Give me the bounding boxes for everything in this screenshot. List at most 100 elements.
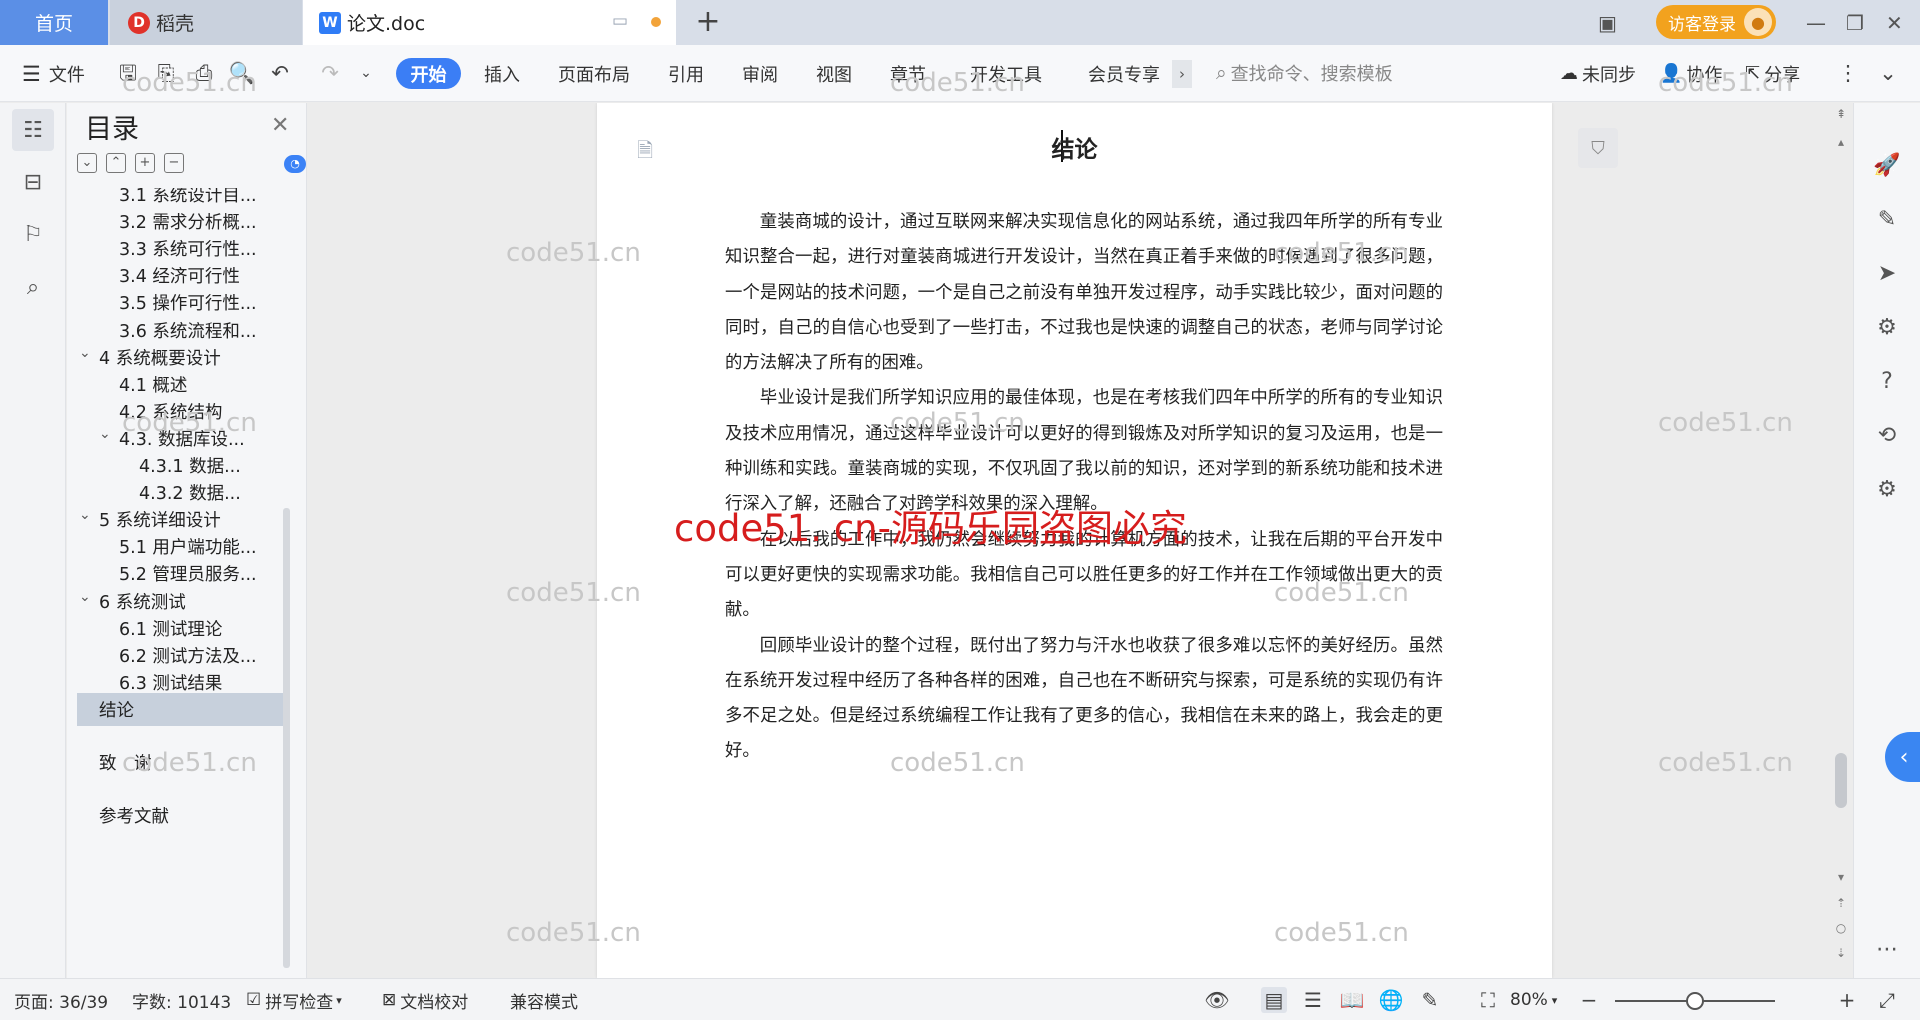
tab-start[interactable]: 开始 <box>396 58 461 89</box>
expand-all-icon[interactable]: ⌃ <box>106 153 126 173</box>
settings-icon[interactable]: ⚙ <box>1872 475 1902 505</box>
toc-item[interactable]: 参考文献 <box>77 799 283 832</box>
page-view-icon[interactable]: ▤ <box>1261 987 1287 1013</box>
file-menu[interactable]: ☰ 文件 <box>22 45 85 102</box>
write-mode-icon[interactable]: ✎ <box>1417 987 1443 1013</box>
chevron-down-icon[interactable]: ⌄ <box>79 507 91 523</box>
pointer-icon[interactable]: ➤ <box>1872 259 1902 289</box>
toc-close-icon[interactable]: ✕ <box>271 113 289 138</box>
doc-proofread-button[interactable]: ⊠ 文档校对 <box>382 979 468 1020</box>
search-icon: ⌕ <box>1216 62 1227 84</box>
bookmark-icon[interactable]: ⚐ <box>12 213 54 255</box>
more-tools-icon[interactable]: ⋯ <box>1872 935 1902 965</box>
fullscreen-icon[interactable]: ⤢ <box>1874 987 1900 1013</box>
collaborate-button[interactable]: 👤 协作 <box>1660 45 1722 102</box>
save-icon[interactable]: 🖫 <box>114 59 142 87</box>
toc-item-label: 4.3. 数据库设... <box>119 429 245 450</box>
new-tab-button[interactable]: + <box>692 4 724 39</box>
tab-bar: 首页 D 稻壳 W 论文.doc ▭ + ▣ 访客登录 ● — ❐ ✕ <box>0 0 1920 45</box>
find-icon[interactable]: ⌕ <box>12 266 54 308</box>
tab-member-label: 会员专享 <box>1088 64 1160 86</box>
spell-check-button[interactable]: ☑ 拼写检查 ▾ <box>246 979 342 1020</box>
toc-item-label: 5.1 用户端功能... <box>119 538 257 559</box>
toc-item[interactable]: 结论 <box>77 692 283 726</box>
share-button[interactable]: ⇱ 分享 <box>1745 45 1800 102</box>
tab-page-layout-label: 页面布局 <box>558 64 630 86</box>
sync-status-button[interactable]: ☁ 未同步 <box>1560 45 1636 102</box>
nav-pane-icon[interactable]: ⊟ <box>12 161 54 203</box>
menu-bar: ☰ 文件 🖫 ⎘ ⎙ 🔍 ↶ ↷ ⌄ 开始 插入 页面布局 引用 审阅 视图 章… <box>0 45 1920 102</box>
tab-view[interactable]: 视图 <box>816 45 852 102</box>
adjust-icon[interactable]: ⚙ <box>1872 313 1902 343</box>
select-browse-icon[interactable]: ○ <box>1834 921 1848 935</box>
zoom-slider-handle[interactable] <box>1686 992 1704 1010</box>
export-pdf-icon[interactable]: ⎘ <box>152 59 180 87</box>
pen-icon[interactable]: ✎ <box>1872 205 1902 235</box>
tab-developer[interactable]: 开发工具 <box>970 45 1042 102</box>
scroll-thumb[interactable] <box>1835 753 1847 808</box>
tab-page-layout[interactable]: 页面布局 <box>558 45 630 102</box>
reading-view-icon[interactable]: 📖 <box>1339 987 1365 1013</box>
toc-item[interactable]: 致 谢 <box>77 746 283 779</box>
print-preview-icon[interactable]: 🔍 <box>228 59 256 87</box>
window-layout-icon[interactable]: ▣ <box>1598 0 1617 45</box>
rocket-icon[interactable]: 🚀 <box>1872 151 1902 181</box>
toc-scrollbar[interactable] <box>283 508 290 968</box>
outline-view-icon[interactable]: ☰ <box>1300 987 1326 1013</box>
guest-login-button[interactable]: 访客登录 ● <box>1656 5 1776 39</box>
tab-chapter[interactable]: 章节 <box>890 45 926 102</box>
next-page-icon[interactable]: ⇣ <box>1834 946 1848 960</box>
chevron-down-icon[interactable]: ⌄ <box>79 345 91 361</box>
toc-panel-icon[interactable]: ☷ <box>12 109 54 151</box>
remove-heading-icon[interactable]: − <box>164 153 184 173</box>
redo-icon[interactable]: ↷ <box>316 59 344 87</box>
zoom-slider[interactable] <box>1615 992 1775 1010</box>
vertical-scrollbar[interactable]: ⇞ ▴ ▾ ⇡ ○ ⇣ <box>1830 103 1852 978</box>
translate-icon[interactable]: ⟲ <box>1872 421 1902 451</box>
word-count[interactable]: 字数: 10143 <box>132 979 231 1020</box>
scroll-top-icon[interactable]: ⇞ <box>1834 107 1848 121</box>
tab-daoke-label: 稻壳 <box>156 13 195 35</box>
tab-references[interactable]: 引用 <box>668 45 704 102</box>
zoom-out-icon[interactable]: − <box>1576 987 1602 1013</box>
scroll-down-icon[interactable]: ▾ <box>1834 870 1848 884</box>
zoom-in-icon[interactable]: + <box>1834 987 1860 1013</box>
toc-item-label: 结论 <box>99 700 134 721</box>
tab-insert[interactable]: 插入 <box>484 45 520 102</box>
help-icon[interactable]: ? <box>1872 367 1902 397</box>
page-indicator[interactable]: 页面: 36/39 <box>14 979 108 1020</box>
chevron-down-icon[interactable]: ⌄ <box>99 426 111 442</box>
tab-daoke[interactable]: D 稻壳 <box>110 0 302 45</box>
scroll-up-icon[interactable]: ▴ <box>1834 135 1848 149</box>
more-tabs-chevron-icon[interactable]: › <box>1172 60 1192 88</box>
collapse-ribbon-icon[interactable]: ⌄ <box>1874 59 1902 87</box>
tab-review[interactable]: 审阅 <box>742 45 778 102</box>
minimize-icon[interactable]: — <box>1806 0 1826 45</box>
zoom-level-dropdown[interactable]: 80% ▾ <box>1510 979 1557 1020</box>
command-search-placeholder: 查找命令、搜索模板 <box>1230 64 1393 85</box>
tab-start-label: 开始 <box>410 64 447 86</box>
unsaved-dot-icon <box>651 17 661 27</box>
toc-item-label: 6.2 测试方法及... <box>119 646 257 667</box>
command-search-input[interactable]: ⌕ 查找命令、搜索模板 <box>1216 57 1516 89</box>
monitor-icon[interactable]: ▭ <box>612 11 634 31</box>
undo-icon[interactable]: ↶ <box>266 59 294 87</box>
eye-protection-icon[interactable]: 👁 <box>1204 987 1230 1013</box>
toc-item-label: 6 系统测试 <box>99 592 186 613</box>
smart-toc-icon[interactable]: ◔ <box>284 155 306 173</box>
tab-member[interactable]: 会员专享 <box>1088 45 1160 102</box>
more-options-icon[interactable]: ⋮ <box>1834 59 1862 87</box>
quick-access-dropdown-icon[interactable]: ⌄ <box>352 59 380 87</box>
fit-page-icon[interactable]: ⛶ <box>1475 987 1501 1013</box>
close-window-icon[interactable]: ✕ <box>1886 0 1903 45</box>
web-view-icon[interactable]: 🌐 <box>1378 987 1404 1013</box>
collapse-all-icon[interactable]: ⌄ <box>77 153 97 173</box>
prev-page-icon[interactable]: ⇡ <box>1834 896 1848 910</box>
filter-panel-icon[interactable]: ⛉ <box>1578 128 1618 168</box>
add-heading-icon[interactable]: + <box>135 153 155 173</box>
print-icon[interactable]: ⎙ <box>190 59 218 87</box>
chevron-down-icon[interactable]: ⌄ <box>79 589 91 605</box>
tab-home[interactable]: 首页 <box>0 0 108 45</box>
restore-icon[interactable]: ❐ <box>1846 0 1864 45</box>
tab-review-label: 审阅 <box>742 64 778 86</box>
